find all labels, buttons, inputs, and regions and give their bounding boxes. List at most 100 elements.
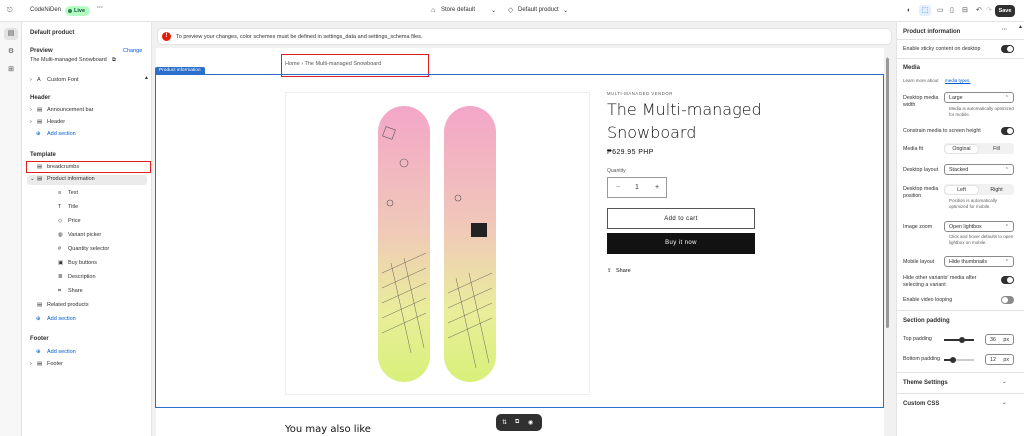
block-item-title[interactable]: Title	[68, 204, 78, 210]
hide-icon[interactable]: ◉	[528, 419, 533, 426]
hide-variants-toggle[interactable]	[1001, 276, 1014, 284]
theme-selector[interactable]: Store default	[441, 7, 475, 13]
section-icon: ▤	[37, 107, 43, 113]
alert-icon: !	[162, 32, 171, 41]
external-link-icon[interactable]: ⧉	[112, 57, 116, 64]
product-image[interactable]	[285, 92, 590, 395]
media-fit-fill[interactable]: Fill	[980, 145, 1013, 153]
collapse-icon[interactable]: ⌄	[30, 176, 35, 182]
block-item-description[interactable]: Description	[68, 274, 96, 280]
position-right[interactable]: Right	[980, 186, 1013, 194]
sidebar-item-custom-font[interactable]: Custom Font	[47, 77, 78, 83]
bottom-padding-knob[interactable]	[950, 357, 956, 363]
bottom-padding-value: 12	[990, 357, 996, 363]
undo-icon[interactable]: ↶	[976, 7, 982, 15]
buy-now-button[interactable]: Buy it now	[607, 233, 755, 254]
add-icon: ⊕	[36, 316, 41, 322]
template-group-label: Template	[30, 152, 56, 158]
theme-settings-heading[interactable]: Theme Settings	[903, 380, 948, 386]
media-learn-text: Learn more about	[903, 78, 939, 83]
sticky-toggle[interactable]	[1001, 45, 1014, 53]
add-section-button[interactable]: Add section	[47, 131, 76, 137]
top-padding-value: 36	[990, 337, 996, 343]
share-button[interactable]: Share	[616, 268, 631, 274]
constrain-toggle[interactable]	[1001, 127, 1014, 135]
settings-icon[interactable]: ⚙	[4, 46, 18, 58]
add-section-button[interactable]: Add section	[47, 349, 76, 355]
block-item-variant-picker[interactable]: Variant picker	[68, 232, 101, 238]
preview-product: The Multi-managed Snowboard	[30, 57, 107, 63]
change-link[interactable]: Change	[123, 48, 142, 54]
settings-panel: Product information ··· ▲ Enable sticky …	[896, 22, 1024, 436]
unit-label: px	[1003, 357, 1009, 363]
expand-icon[interactable]: ›	[30, 77, 32, 83]
divider	[897, 58, 1024, 59]
expand-icon[interactable]: ›	[30, 107, 32, 113]
block-item-price[interactable]: Price	[68, 218, 81, 224]
position-left[interactable]: Left	[945, 186, 978, 194]
top-padding-knob[interactable]	[959, 337, 965, 343]
section-icon: ▤	[37, 176, 43, 182]
plus-button[interactable]: +	[655, 184, 659, 191]
sidebar-item-header[interactable]: Header	[47, 119, 65, 125]
scroll-up-icon[interactable]: ▲	[144, 75, 149, 81]
quantity-value[interactable]: 1	[635, 184, 639, 191]
desktop-media-width-select[interactable]: Large	[944, 92, 1014, 103]
scroll-up-icon[interactable]: ▲	[1018, 24, 1023, 30]
chevron-down-icon[interactable]: ⌄	[1002, 400, 1006, 406]
fullscreen-icon[interactable]: ⊟	[962, 7, 968, 15]
add-to-cart-button[interactable]: Add to cart	[607, 208, 755, 229]
desktop-icon[interactable]: ▭	[937, 7, 944, 15]
sidebar-item-related-products[interactable]: Related products	[47, 302, 89, 308]
expand-icon[interactable]: ›	[30, 119, 32, 125]
duplicate-icon[interactable]: ⧉	[515, 419, 519, 426]
redo-icon[interactable]: ↷	[986, 7, 992, 15]
constrain-label: Constrain media to screen height	[903, 128, 981, 134]
sidebar-item-footer[interactable]: Footer	[47, 361, 63, 367]
custom-css-heading[interactable]: Custom CSS	[903, 401, 939, 407]
sections-icon[interactable]: ▤	[4, 28, 18, 40]
sidebar-item-product-information[interactable]: Product information	[47, 176, 95, 182]
block-item-share[interactable]: Share	[68, 288, 83, 294]
desktop-layout-select[interactable]: Stacked	[944, 164, 1014, 175]
exit-icon[interactable]: ⎋	[7, 7, 13, 15]
mobile-icon[interactable]: ▯	[950, 7, 954, 15]
top-padding-input[interactable]: 36 px	[985, 334, 1014, 345]
more-menu-button[interactable]: ···	[97, 5, 103, 11]
chevron-down-icon[interactable]: ⌄	[1002, 379, 1006, 385]
bottom-padding-input[interactable]: 12 px	[985, 354, 1014, 365]
store-icon: ⌂	[431, 7, 436, 14]
inspector-icon[interactable]: ⬚	[919, 5, 931, 16]
block-item-text[interactable]: Text	[68, 190, 78, 196]
block-item-quantity-selector[interactable]: Quantity selector	[68, 246, 109, 252]
expand-icon[interactable]: ›	[30, 361, 32, 367]
share-icon: ⇪	[607, 268, 612, 274]
media-types-link[interactable]: media types.	[945, 78, 971, 83]
sidebar-rail: ▤ ⚙ ⊞	[0, 22, 22, 436]
sidebar-item-announcement-bar[interactable]: Announcement bar	[47, 107, 93, 113]
media-fit-original[interactable]: Original	[945, 145, 978, 153]
desktop-media-position-label: Desktop media position	[903, 186, 939, 199]
you-may-also-like-heading: You may also like	[285, 424, 371, 435]
block-item-buy-buttons[interactable]: Buy buttons	[68, 260, 97, 266]
image-zoom-select[interactable]: Open lightbox	[944, 221, 1014, 232]
template-selector[interactable]: Default product	[518, 7, 559, 13]
sticky-label: Enable sticky content on desktop	[903, 46, 981, 52]
video-looping-toggle[interactable]	[1001, 296, 1014, 304]
minus-button[interactable]: −	[616, 184, 620, 191]
save-button[interactable]: Save	[995, 5, 1015, 17]
mobile-layout-select[interactable]: Hide thumbnails	[944, 256, 1014, 267]
live-badge: Live	[65, 6, 91, 16]
warning-banner: ! To preview your changes, color schemes…	[157, 28, 892, 45]
apps-icon[interactable]: ⊞	[4, 64, 18, 76]
add-section-button[interactable]: Add section	[47, 316, 76, 322]
media-fit-label: Media fit	[903, 146, 924, 152]
unit-label: px	[1003, 337, 1009, 343]
move-icon[interactable]: ⇅	[502, 419, 507, 426]
banner-text: To preview your changes, color schemes m…	[176, 34, 423, 40]
more-options-button[interactable]: ···	[1002, 27, 1007, 33]
palette-icon[interactable]: ◐	[907, 7, 911, 15]
buy-buttons-icon: ▣	[58, 260, 64, 266]
preview-scrollbar[interactable]	[886, 58, 889, 328]
hash-icon: #	[58, 246, 62, 252]
